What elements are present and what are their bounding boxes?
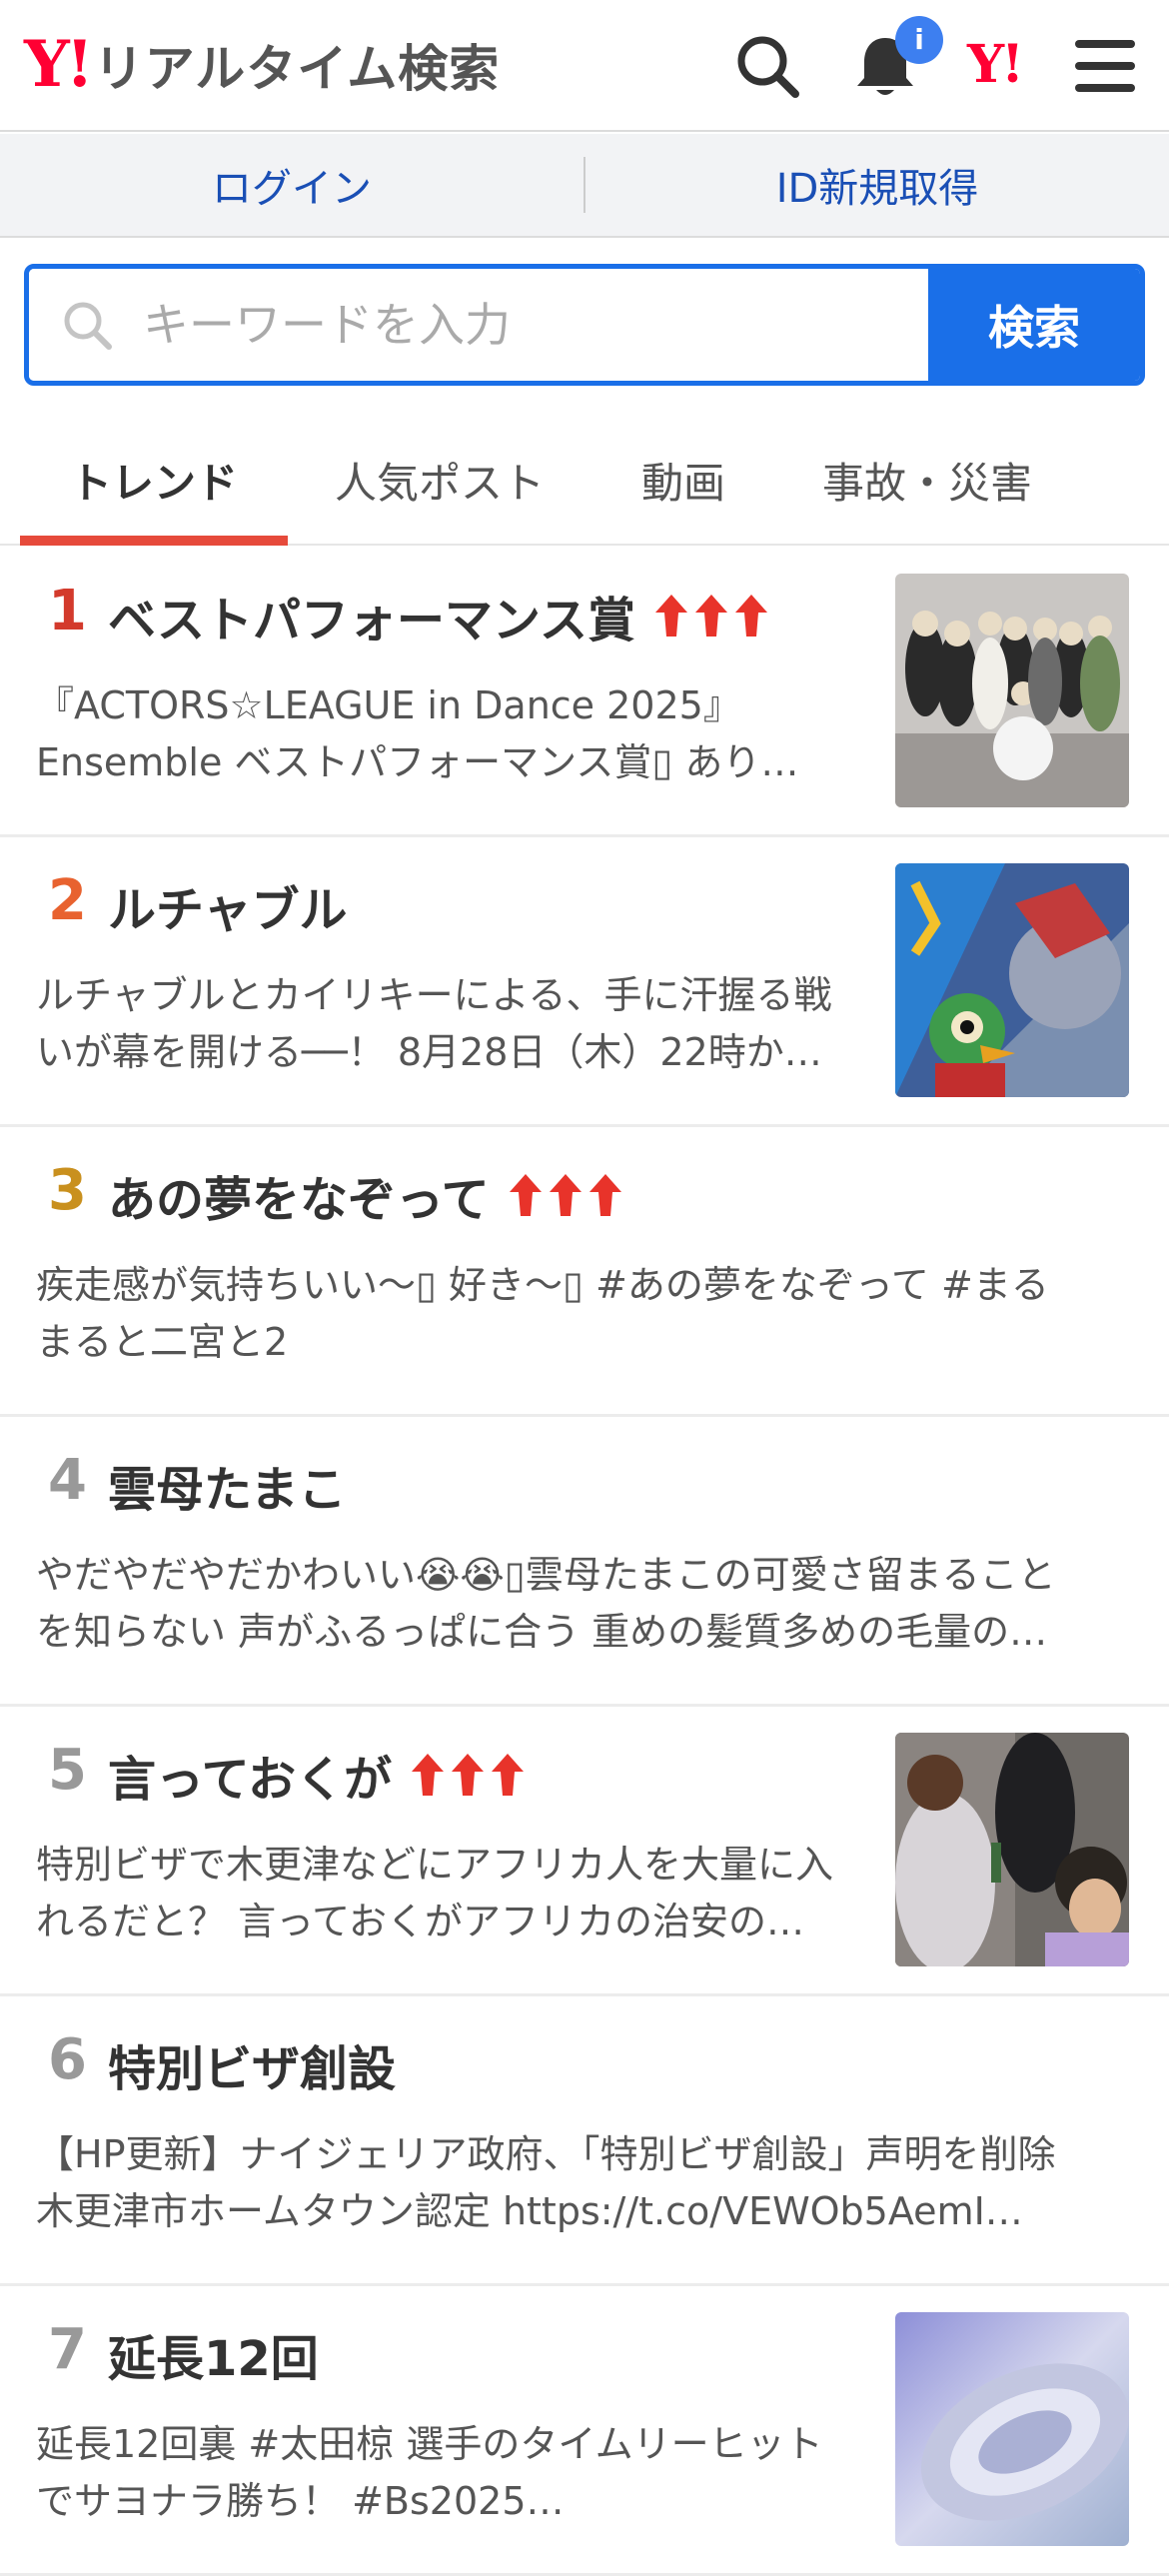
trend-title-row: 特別ビザ創設 xyxy=(108,2034,396,2097)
tab-videos[interactable]: 動画 xyxy=(599,414,767,546)
trend-rank: 3 xyxy=(48,1158,87,1223)
trend-description-line: やだやだやだかわいい😭😭▯雲母たまこの可愛さ留まること xyxy=(36,1553,1056,1597)
trend-rank: 1 xyxy=(48,579,87,644)
hot-arrows-icon xyxy=(406,1750,530,1800)
yahoo-realtime-logo[interactable]: Y! リアルタイム検索 xyxy=(24,30,500,100)
trend-title: ルチャブル xyxy=(108,882,348,938)
trend-description: 特別ビザで木更津などにアフリカ人を大量に入 れるだと？ 言っておくがアフリカの治… xyxy=(36,1837,855,1950)
trend-description-line: いが幕を開ける──！ 8月28日（木）22時か… xyxy=(36,1030,822,1074)
trend-item[interactable]: 1 ベストパフォーマンス賞 『ACTORS☆LEAGUE in Dance 20… xyxy=(0,548,1169,837)
trend-title: 延長12回 xyxy=(108,2331,319,2387)
trend-description: やだやだやだかわいい😭😭▯雲母たまこの可愛さ留まること を知らない 声がふるっぱ… xyxy=(36,1547,1145,1661)
tab-trend[interactable]: トレンド xyxy=(20,414,288,546)
trend-description-line: 【HP更新】ナイジェリア政府、「特別ビザ創設」声明を削除 xyxy=(36,2132,1056,2176)
trend-title: 言っておくが xyxy=(108,1752,393,1808)
trend-description-line: Ensemble ベストパフォーマンス賞▯ あり… xyxy=(36,740,799,784)
trend-rank: 6 xyxy=(48,2027,87,2092)
trend-description: ルチャブルとカイリキーによる、手に汗握る戦 いが幕を開ける──！ 8月28日（木… xyxy=(36,967,855,1081)
search-button[interactable]: 検索 xyxy=(928,269,1140,381)
search-icon[interactable] xyxy=(729,28,805,104)
trend-title-row: 雲母たまこ xyxy=(108,1455,347,1518)
trend-title-row: 延長12回 xyxy=(108,2324,319,2387)
trend-item[interactable]: 5 言っておくが 特別ビザで木更津などにアフリカ人を大量に入 れるだと？ 言って… xyxy=(0,1707,1169,1996)
trend-description: 『ACTORS☆LEAGUE in Dance 2025』 Ensemble ベ… xyxy=(36,677,855,791)
category-tabs: トレンド 人気ポスト 動画 事故・災害 xyxy=(0,414,1169,546)
trend-thumbnail[interactable] xyxy=(895,574,1129,807)
trend-description-line: 『ACTORS☆LEAGUE in Dance 2025』 xyxy=(36,683,741,727)
trend-item[interactable]: 4 雲母たまこ やだやだやだかわいい😭😭▯雲母たまこの可愛さ留まること を知らな… xyxy=(0,1417,1169,1707)
logo-text: リアルタイム検索 xyxy=(93,40,501,98)
trend-rank: 5 xyxy=(48,1738,87,1803)
app-header: Y! リアルタイム検索 i Y! xyxy=(0,0,1169,132)
trend-title: あの夢をなぞって xyxy=(108,1172,490,1228)
trend-title-row: ベストパフォーマンス賞 xyxy=(108,586,773,648)
search-bar: 検索 xyxy=(24,264,1145,386)
trend-title: ベストパフォーマンス賞 xyxy=(108,593,636,648)
trend-title-row: あの夢をなぞって xyxy=(108,1165,627,1228)
trend-description-line: 木更津市ホームタウン認定 https://t.co/VEWOb5AemI… xyxy=(36,2189,1023,2233)
trend-description-line: でサヨナラ勝ち！ #Bs2025… xyxy=(36,2479,565,2523)
menu-icon[interactable] xyxy=(1067,28,1143,104)
tab-accidents-disasters[interactable]: 事故・災害 xyxy=(799,414,1055,546)
trend-thumbnail[interactable] xyxy=(895,1733,1129,1966)
hot-arrows-icon xyxy=(649,591,773,641)
trend-title-row: 言っておくが xyxy=(108,1745,530,1808)
notification-badge: i xyxy=(895,16,943,64)
trend-title-row: ルチャブル xyxy=(108,875,348,938)
trend-description-line: を知らない 声がふるっぱに合う 重めの髪質多めの毛量の… xyxy=(36,1610,1048,1654)
trend-description-line: 延長12回裏 #太田椋 選手のタイムリーヒット xyxy=(36,2422,823,2466)
trend-rank: 7 xyxy=(48,2317,87,2382)
trend-thumbnail[interactable] xyxy=(895,863,1129,1097)
trend-item[interactable]: 3 あの夢をなぞって 疾走感が気持ちいい〜▯ 好き〜▯ #あの夢をなぞって #ま… xyxy=(0,1127,1169,1417)
trend-description-line: 疾走感が気持ちいい〜▯ 好き〜▯ #あの夢をなぞって #まる xyxy=(36,1263,1049,1307)
trend-rank: 4 xyxy=(48,1448,87,1513)
trend-thumbnail[interactable] xyxy=(895,2312,1129,2546)
trend-title: 特別ビザ創設 xyxy=(108,2041,397,2097)
trend-title: 雲母たまこ xyxy=(108,1462,347,1518)
trend-description-line: まると二宮と2 xyxy=(36,1320,289,1364)
yahoo-brand-icon[interactable]: Y! xyxy=(967,34,1024,95)
hot-arrows-icon xyxy=(504,1170,627,1220)
trend-description-line: れるだと？ 言っておくがアフリカの治安の… xyxy=(36,1900,805,1943)
trend-rank: 2 xyxy=(48,868,87,933)
trend-description: 延長12回裏 #太田椋 選手のタイムリーヒット でサヨナラ勝ち！ #Bs2025… xyxy=(36,2416,855,2530)
trend-list: 1 ベストパフォーマンス賞 『ACTORS☆LEAGUE in Dance 20… xyxy=(0,548,1169,2576)
login-link[interactable]: ログイン xyxy=(0,134,584,236)
signup-link[interactable]: ID新規取得 xyxy=(585,134,1169,236)
search-field-icon xyxy=(64,302,112,350)
account-bar: ログイン ID新規取得 xyxy=(0,134,1169,238)
trend-description: 疾走感が気持ちいい〜▯ 好き〜▯ #あの夢をなぞって #まる まると二宮と2 xyxy=(36,1257,1145,1371)
trend-description: 【HP更新】ナイジェリア政府、「特別ビザ創設」声明を削除 木更津市ホームタウン認… xyxy=(36,2126,1145,2240)
trend-item[interactable]: 6 特別ビザ創設 【HP更新】ナイジェリア政府、「特別ビザ創設」声明を削除 木更… xyxy=(0,1996,1169,2286)
search-field xyxy=(29,269,928,381)
trend-item[interactable]: 7 延長12回 延長12回裏 #太田椋 選手のタイムリーヒット でサヨナラ勝ち！… xyxy=(0,2286,1169,2576)
logo-mark: Y! xyxy=(24,27,94,102)
tab-popular-posts[interactable]: 人気ポスト xyxy=(310,414,570,546)
trend-description-line: 特別ビザで木更津などにアフリカ人を大量に入 xyxy=(36,1843,834,1887)
trend-item[interactable]: 2 ルチャブル ルチャブルとカイリキーによる、手に汗握る戦 いが幕を開ける──！… xyxy=(0,837,1169,1127)
search-input[interactable] xyxy=(143,298,842,352)
trend-description-line: ルチャブルとカイリキーによる、手に汗握る戦 xyxy=(36,973,832,1017)
active-tab-indicator xyxy=(20,536,288,546)
